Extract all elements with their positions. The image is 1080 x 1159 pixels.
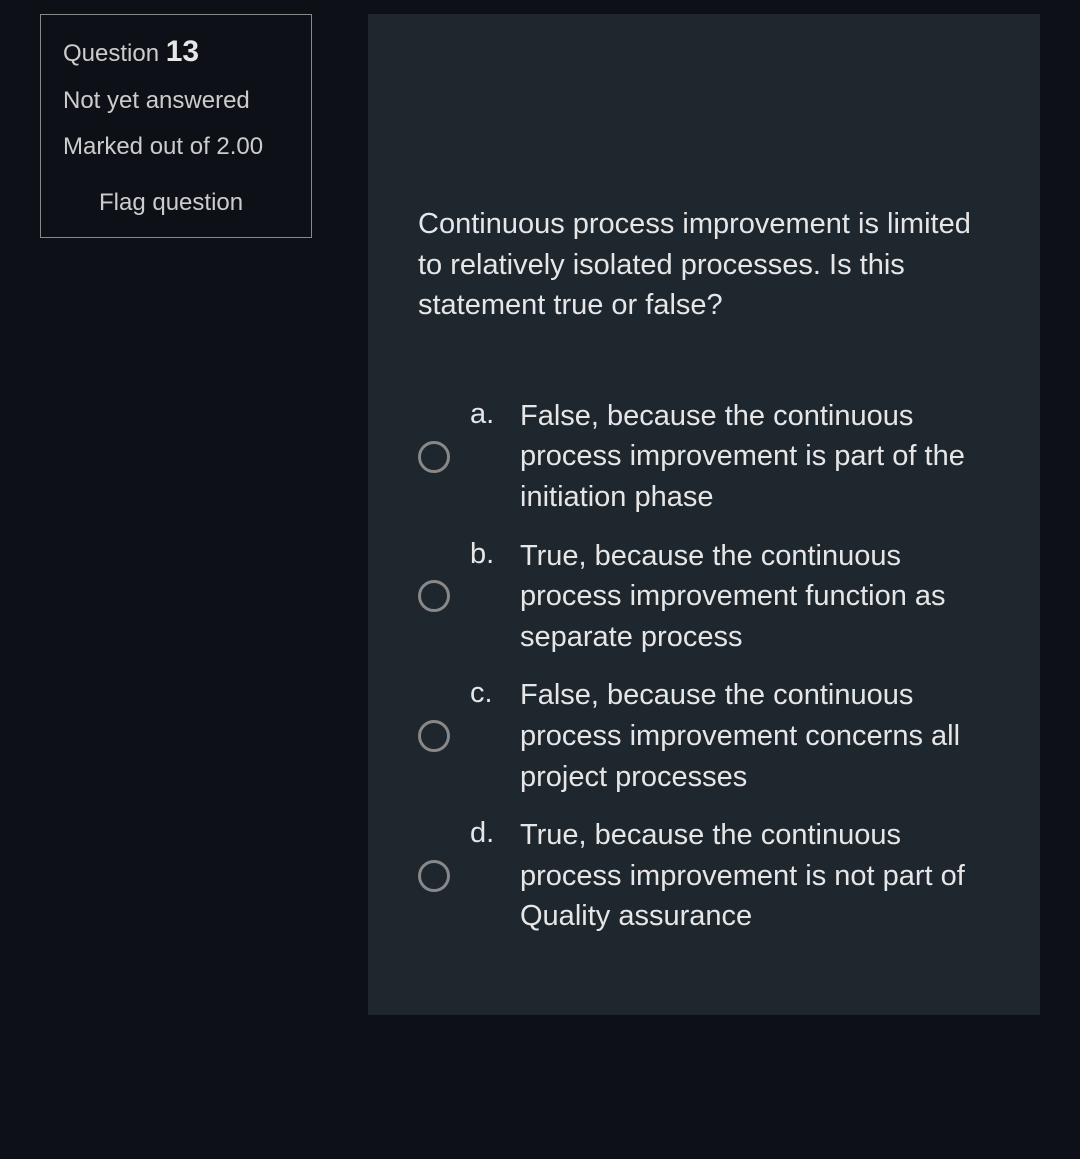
radio-wrapper xyxy=(418,441,450,473)
question-container: Question 13 Not yet answered Marked out … xyxy=(40,14,1040,1015)
radio-wrapper xyxy=(418,580,450,612)
answer-option-b[interactable]: b. True, because the continuous process … xyxy=(418,536,990,658)
answer-text: True, because the continuous process imp… xyxy=(520,536,990,658)
question-label: Question 13 xyxy=(63,35,289,69)
radio-c[interactable] xyxy=(418,720,450,752)
answer-option-a[interactable]: a. False, because the continuous process… xyxy=(418,396,990,518)
question-number: 13 xyxy=(166,35,199,68)
radio-d[interactable] xyxy=(418,860,450,892)
question-info-box: Question 13 Not yet answered Marked out … xyxy=(40,14,312,238)
answer-letter: a. xyxy=(470,396,520,431)
answer-letter: d. xyxy=(470,815,520,850)
answer-option-d[interactable]: d. True, because the continuous process … xyxy=(418,815,990,937)
flag-question-link[interactable]: Flag question xyxy=(63,189,289,217)
radio-b[interactable] xyxy=(418,580,450,612)
answer-letter: c. xyxy=(470,675,520,710)
answer-text: False, because the continuous process im… xyxy=(520,675,990,797)
answer-status: Not yet answered xyxy=(63,87,289,115)
answer-option-c[interactable]: c. False, because the continuous process… xyxy=(418,675,990,797)
radio-wrapper xyxy=(418,720,450,752)
marks-text: Marked out of 2.00 xyxy=(63,133,289,161)
answer-text: True, because the continuous process imp… xyxy=(520,815,990,937)
radio-a[interactable] xyxy=(418,441,450,473)
radio-wrapper xyxy=(418,860,450,892)
answer-text: False, because the continuous process im… xyxy=(520,396,990,518)
question-label-text: Question xyxy=(63,40,159,67)
question-text: Continuous process improvement is limite… xyxy=(418,204,990,326)
answer-letter: b. xyxy=(470,536,520,571)
question-content-box: Continuous process improvement is limite… xyxy=(368,14,1040,1015)
